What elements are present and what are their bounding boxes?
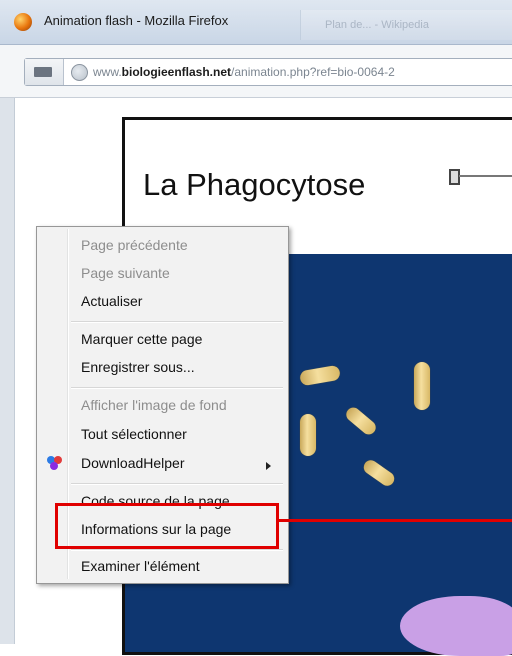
menu-separator — [71, 321, 283, 323]
animation-slider-track[interactable] — [459, 175, 512, 177]
animation-slider-handle[interactable] — [449, 169, 460, 185]
firefox-icon — [14, 13, 32, 31]
background-tab-label: Plan de... - Wikipedia — [325, 19, 429, 31]
page-info-button[interactable] — [25, 59, 64, 85]
url-domain: biologieenflash.net — [121, 65, 232, 79]
bacterium — [300, 414, 316, 456]
menu-item-reload[interactable]: Actualiser — [81, 293, 142, 313]
url-path: /animation.php?ref=bio-0064-2 — [231, 65, 395, 79]
menu-item-view-background[interactable]: Afficher l'image de fond — [81, 397, 227, 417]
menu-item-back[interactable]: Page précédente — [81, 237, 188, 257]
navigation-bar: www.biologieenflash.net/animation.php?re… — [0, 45, 512, 98]
flash-title: La Phagocytose — [143, 167, 366, 202]
globe-icon — [71, 64, 88, 81]
menu-item-forward[interactable]: Page suivante — [81, 265, 170, 285]
url-prefix: www. — [93, 65, 122, 79]
menu-separator — [71, 483, 283, 485]
highlight-pointer-line — [279, 519, 512, 522]
menu-item-bookmark[interactable]: Marquer cette page — [81, 331, 202, 351]
menu-separator — [71, 387, 283, 389]
menu-item-save-as[interactable]: Enregistrer sous... — [81, 359, 195, 379]
submenu-arrow-icon — [266, 462, 271, 470]
background-tab[interactable]: Plan de... - Wikipedia — [300, 10, 512, 40]
window-title: Animation flash - Mozilla Firefox — [44, 13, 229, 28]
page-left-edge — [0, 98, 15, 644]
menu-item-select-all[interactable]: Tout sélectionner — [81, 426, 187, 446]
page-icon — [34, 67, 52, 77]
menu-separator — [71, 549, 283, 551]
phagocyte-cell — [400, 596, 512, 656]
bacterium — [414, 362, 430, 410]
menu-item-inspect-element[interactable]: Examiner l'élément — [81, 558, 200, 578]
window-titlebar: Animation flash - Mozilla Firefox Plan d… — [0, 0, 512, 45]
address-bar[interactable]: www.biologieenflash.net/animation.php?re… — [24, 58, 512, 86]
url-text[interactable]: www.biologieenflash.net/animation.php?re… — [93, 65, 395, 79]
menu-item-downloadhelper[interactable]: DownloadHelper — [81, 455, 185, 475]
downloadhelper-icon — [47, 456, 63, 472]
highlight-box — [55, 503, 279, 549]
